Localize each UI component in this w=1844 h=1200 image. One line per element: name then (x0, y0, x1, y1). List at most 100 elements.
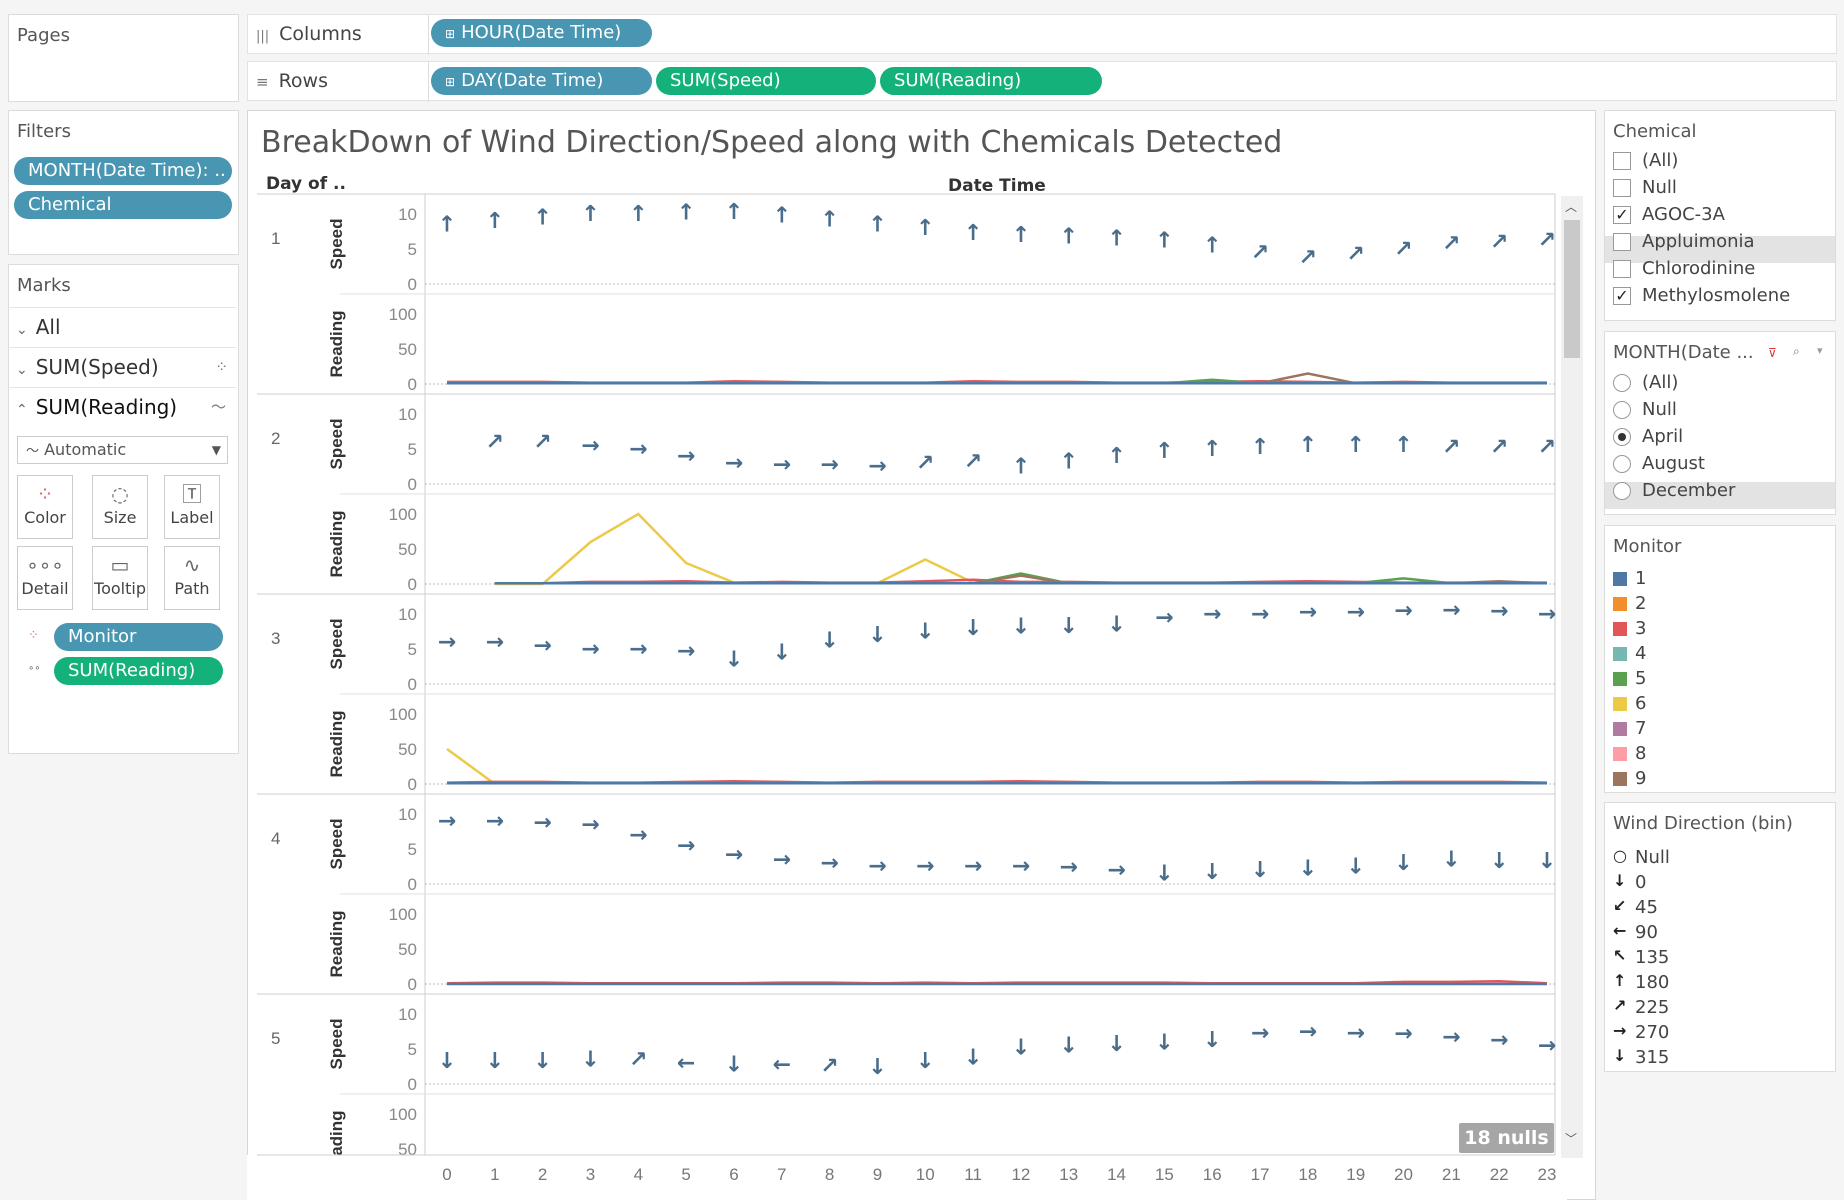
speed-mark: ↓ (868, 1055, 886, 1080)
month-option[interactable]: Null (1642, 399, 1677, 420)
x-tick-label: 13 (1059, 1165, 1078, 1184)
speed-mark: ↑ (1107, 227, 1125, 252)
chemical-checkbox[interactable] (1613, 179, 1631, 197)
chemical-checkbox[interactable]: ✓ (1613, 287, 1631, 305)
speed-mark: → (1299, 600, 1317, 625)
chemical-checkbox[interactable] (1613, 233, 1631, 251)
marks-reading-row[interactable]: ⌃ SUM(Reading) 〜 (8, 387, 236, 426)
monitor-item[interactable]: 3 (1635, 618, 1646, 639)
wind-direction-item[interactable]: 135 (1635, 947, 1669, 968)
search-icon[interactable]: ⌕ (1793, 344, 1800, 359)
chemical-checkbox[interactable] (1613, 260, 1631, 278)
speed-mark: ↓ (1060, 614, 1078, 639)
speed-mark: ↑ (1060, 224, 1078, 249)
detail-button[interactable]: ∘∘∘ Detail (17, 546, 73, 610)
month-radio[interactable] (1613, 455, 1631, 473)
speed-mark: ↓ (438, 1049, 456, 1074)
wind-direction-item[interactable]: Null (1635, 847, 1670, 868)
x-tick-label: 21 (1442, 1165, 1461, 1184)
month-radio[interactable] (1613, 482, 1631, 500)
monitor-legend[interactable]: Monitor 1 2 3 4 5 6 7 8 9 (1604, 525, 1836, 793)
month-filter-card[interactable]: MONTH(Date ... ⊽ ⌕ ▾ (All) Null April Augus… (1604, 331, 1836, 515)
wind-direction-item[interactable]: 90 (1635, 922, 1658, 943)
scroll-thumb[interactable] (1564, 220, 1580, 358)
wind-direction-item[interactable]: 225 (1635, 997, 1669, 1018)
speed-mark: ↑ (916, 216, 934, 241)
marks-field-monitor[interactable]: Monitor (54, 623, 223, 651)
marks-all-row[interactable]: ⌄ All (8, 307, 236, 346)
scroll-down-arrow-icon[interactable]: ﹀ (1565, 1130, 1577, 1147)
wind-direction-item[interactable]: 0 (1635, 872, 1646, 893)
nulls-badge[interactable]: 18 nulls (1459, 1123, 1554, 1153)
mark-type-dropdown[interactable]: 〜 Automatic ▼ (17, 436, 228, 464)
wind-direction-icon: ↖ (1613, 946, 1627, 965)
chemical-option[interactable]: AGOC-3A (1642, 204, 1725, 225)
speed-mark: → (1060, 855, 1078, 880)
speed-tick-label: 5 (408, 1040, 417, 1059)
wind-direction-item[interactable]: 45 (1635, 897, 1658, 918)
chemical-option[interactable]: Null (1642, 177, 1677, 198)
marks-field-reading[interactable]: SUM(Reading) (54, 657, 223, 685)
chemical-option[interactable]: Chlorodinine (1642, 258, 1755, 279)
reading-tick-label: 0 (408, 775, 417, 794)
month-option[interactable]: December (1642, 480, 1735, 501)
monitor-item[interactable]: 2 (1635, 593, 1646, 614)
monitor-swatch (1613, 597, 1627, 611)
speed-mark: ↓ (1538, 849, 1556, 874)
month-radio[interactable] (1613, 401, 1631, 419)
marks-speed-row[interactable]: ⌄ SUM(Speed) ⁘ (8, 347, 236, 386)
tooltip-button[interactable]: ▭ Tooltip (92, 546, 148, 610)
wind-direction-item[interactable]: 270 (1635, 1022, 1669, 1043)
menu-arrow-icon[interactable]: ▾ (1817, 344, 1823, 357)
chemical-checkbox[interactable] (1613, 152, 1631, 170)
month-option[interactable]: April (1642, 426, 1683, 447)
monitor-item[interactable]: 9 (1635, 768, 1646, 789)
filter-pill-chemical[interactable]: Chemical (14, 191, 232, 219)
monitor-item[interactable]: 4 (1635, 643, 1646, 664)
chemical-option[interactable]: Appluimonia (1642, 231, 1755, 252)
chemical-option[interactable]: (All) (1642, 150, 1678, 171)
monitor-item[interactable]: 6 (1635, 693, 1646, 714)
pages-panel[interactable]: Pages (8, 14, 239, 102)
scroll-up-arrow-icon[interactable]: ︿ (1565, 198, 1577, 215)
clear-filter-icon[interactable]: ⊽ (1768, 346, 1777, 360)
speed-mark: ↑ (486, 209, 504, 234)
vertical-scrollbar[interactable]: ︿ ﹀ (1561, 196, 1583, 1158)
size-icon: ◌ (111, 482, 129, 506)
month-radio[interactable] (1613, 374, 1631, 392)
monitor-swatch (1613, 697, 1627, 711)
path-button[interactable]: ∿ Path (164, 546, 220, 610)
month-radio[interactable] (1613, 428, 1631, 446)
wind-direction-legend[interactable]: Wind Direction (bin) ○ Null ↓ 0 ↙ 45 ← 90 ↖ 135 ↑ 1… (1604, 802, 1836, 1072)
reading-tick-label: 50 (398, 740, 417, 759)
speed-tick-label: 0 (408, 875, 417, 894)
detail-field-icon: ∘∘ (28, 663, 41, 674)
x-tick-label: 1 (490, 1165, 499, 1184)
speed-tick-label: 0 (408, 1075, 417, 1094)
reading-tick-label: 100 (389, 705, 417, 724)
filter-pill-month[interactable]: MONTH(Date Time): .. (14, 157, 232, 185)
monitor-item[interactable]: 5 (1635, 668, 1646, 689)
month-option[interactable]: August (1642, 453, 1705, 474)
monitor-item[interactable]: 7 (1635, 718, 1646, 739)
x-tick-label: 15 (1155, 1165, 1174, 1184)
chemical-filter-card[interactable]: Chemical (All) Null ✓ AGOC-3A Appluimonia Chl… (1604, 110, 1836, 321)
rows-pill-reading[interactable]: SUM(Reading) (880, 67, 1102, 95)
x-tick-label: 14 (1107, 1165, 1126, 1184)
speed-mark: ↑ (773, 203, 791, 228)
size-button[interactable]: ◌ Size (92, 475, 148, 539)
label-button[interactable]: 🅃 Label (164, 475, 220, 539)
columns-pill-hour[interactable]: ⊞ HOUR(Date Time) (431, 19, 652, 47)
wind-direction-item[interactable]: 315 (1635, 1047, 1669, 1068)
color-button[interactable]: ⁘ Color (17, 475, 73, 539)
monitor-item[interactable]: 1 (1635, 568, 1646, 589)
rows-pill-speed[interactable]: SUM(Speed) (656, 67, 876, 95)
month-option[interactable]: (All) (1642, 372, 1678, 393)
chemical-option[interactable]: Methylosmolene (1642, 285, 1790, 306)
monitor-item[interactable]: 8 (1635, 743, 1646, 764)
speed-mark: → (533, 810, 551, 835)
chemical-checkbox[interactable]: ✓ (1613, 206, 1631, 224)
wind-direction-item[interactable]: 180 (1635, 972, 1669, 993)
speed-mark: ↓ (486, 1049, 504, 1074)
rows-pill-day[interactable]: ⊞ DAY(Date Time) (431, 67, 652, 95)
